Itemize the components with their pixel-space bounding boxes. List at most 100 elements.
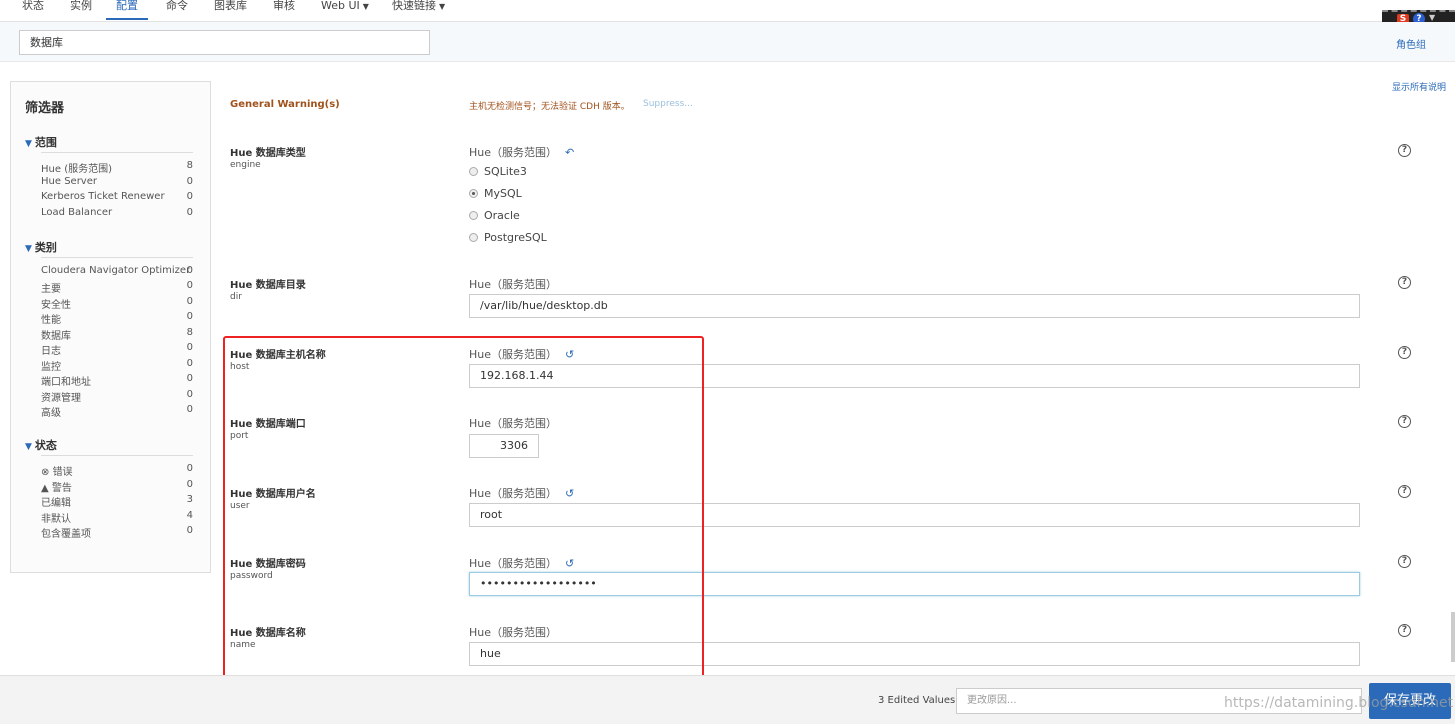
caret-down-icon: ▼	[362, 2, 369, 11]
tab-quick-links[interactable]: 快速链接 ▼	[392, 0, 445, 20]
filter-item-count: 3	[186, 494, 193, 505]
help-icon[interactable]: ?	[1398, 415, 1411, 428]
filter-item[interactable]: Kerberos Ticket Renewer 0	[41, 191, 193, 206]
database-host-input[interactable]: 192.168.1.44	[469, 364, 1360, 388]
property-scope: Hue（服务范围）	[469, 626, 558, 639]
tab-configuration[interactable]: 配置	[106, 0, 148, 20]
filter-item[interactable]: ▲ 警告 0	[41, 479, 193, 494]
change-reason-input[interactable]: 更改原因...	[956, 688, 1362, 714]
edited-values-count: 3 Edited Values	[878, 695, 956, 706]
tab-audits[interactable]: 审核	[273, 0, 295, 20]
filter-item-count: 0	[186, 463, 193, 474]
filter-item-count: 8	[186, 160, 193, 171]
filter-item-count: 8	[186, 327, 193, 338]
filter-item[interactable]: 端口和地址 0	[41, 373, 193, 388]
reset-icon[interactable]: ↺	[565, 348, 574, 361]
chevron-down-icon: ▼	[25, 442, 32, 452]
help-icon[interactable]: ?	[1398, 346, 1411, 359]
tab-status[interactable]: 状态	[22, 0, 44, 20]
filter-item[interactable]: 监控 0	[41, 358, 193, 373]
radio-oracle[interactable]: Oracle	[469, 209, 520, 222]
filter-item[interactable]: 已编辑 3	[41, 494, 193, 509]
general-warning-message: 主机无检测信号；无法验证 CDH 版本。	[469, 102, 630, 112]
filter-item-label: 已编辑	[41, 498, 71, 509]
database-dir-input[interactable]: /var/lib/hue/desktop.db	[469, 294, 1360, 318]
help-icon[interactable]: ?	[1398, 144, 1411, 157]
role-group-link[interactable]: 角色组	[1396, 36, 1426, 51]
help-icon[interactable]: ?	[1398, 485, 1411, 498]
filter-item-label: Load Balancer	[41, 207, 113, 218]
scrollbar[interactable]	[1451, 612, 1455, 662]
filter-item-count: 4	[186, 510, 193, 521]
radio-label: MySQL	[484, 187, 522, 200]
filter-title: 筛选器	[25, 101, 65, 116]
caret-down-icon: ▼	[439, 2, 446, 11]
filter-item-label: 安全性	[41, 300, 71, 311]
divider	[41, 152, 193, 153]
filter-item[interactable]: Load Balancer 0	[41, 207, 193, 222]
property-key: port	[230, 431, 249, 441]
chevron-down-icon[interactable]: ▼	[1429, 13, 1435, 22]
tab-web-ui[interactable]: Web UI ▼	[321, 0, 369, 20]
filter-item[interactable]: ⊗ 错误 0	[41, 463, 193, 478]
property-key: host	[230, 362, 250, 372]
filter-item[interactable]: 非默认 4	[41, 510, 193, 525]
property-title: Hue 数据库类型	[230, 148, 306, 159]
radio-sqlite3[interactable]: SQLite3	[469, 165, 527, 178]
database-port-input[interactable]: 3306	[469, 434, 539, 458]
tab-instances[interactable]: 实例	[70, 0, 92, 20]
filter-item[interactable]: 日志 0	[41, 342, 193, 357]
undo-icon[interactable]: ↶	[565, 146, 574, 159]
filter-item-count: 0	[186, 373, 193, 384]
suppress-link[interactable]: Suppress...	[643, 99, 693, 109]
property-scope: Hue（服务范围）	[469, 278, 558, 291]
filter-item[interactable]: Hue Server 0	[41, 176, 193, 191]
radio-postgresql[interactable]: PostgreSQL	[469, 231, 547, 244]
tab-quick-links-label: 快速链接	[392, 0, 436, 12]
filter-section-status[interactable]: ▼ 状态	[25, 437, 57, 453]
help-icon[interactable]: ?	[1398, 624, 1411, 637]
filter-item[interactable]: 包含覆盖项 0	[41, 525, 193, 540]
filter-item[interactable]: Cloudera Navigator Optimizer 0	[41, 265, 193, 280]
filter-item[interactable]: Hue (服务范围) 8	[41, 160, 193, 175]
radio-icon	[469, 167, 478, 176]
filter-item-count: 0	[186, 176, 193, 187]
save-changes-button[interactable]: 保存更改	[1369, 683, 1451, 719]
reset-icon[interactable]: ↺	[565, 557, 574, 570]
tab-commands[interactable]: 命令	[166, 0, 188, 20]
radio-icon	[469, 211, 478, 220]
database-user-input[interactable]: root	[469, 503, 1360, 527]
filter-item[interactable]: 数据库 8	[41, 327, 193, 342]
help-icon[interactable]: ?	[1398, 276, 1411, 289]
filter-section-category[interactable]: ▼ 类别	[25, 239, 57, 255]
filter-item-label: 数据库	[41, 331, 71, 342]
radio-selected-icon	[469, 189, 478, 198]
divider	[41, 257, 193, 258]
property-title: Hue 数据库主机名称	[230, 350, 326, 361]
show-all-descriptions-link[interactable]: 显示所有说明	[1392, 80, 1446, 93]
property-scope: Hue（服务范围）	[469, 417, 558, 430]
filter-item-count: 0	[186, 525, 193, 536]
help-icon[interactable]: ?	[1398, 555, 1411, 568]
filter-item[interactable]: 安全性 0	[41, 296, 193, 311]
chevron-down-icon: ▼	[25, 139, 32, 149]
filter-item[interactable]: 资源管理 0	[41, 389, 193, 404]
filter-section-label: 类别	[34, 241, 57, 254]
database-name-input[interactable]: hue	[469, 642, 1360, 666]
property-key: name	[230, 640, 256, 650]
radio-label: PostgreSQL	[484, 231, 547, 244]
tab-web-ui-label: Web UI	[321, 0, 360, 12]
filter-item[interactable]: 高级 0	[41, 404, 193, 419]
reset-icon[interactable]: ↺	[565, 487, 574, 500]
property-title: Hue 数据库端口	[230, 419, 306, 430]
filter-section-scope[interactable]: ▼ 范围	[25, 134, 57, 150]
database-password-input[interactable]: ••••••••••••••••••	[469, 572, 1360, 596]
filter-item[interactable]: 主要 0	[41, 280, 193, 295]
tab-charts[interactable]: 图表库	[214, 0, 247, 20]
radio-label: SQLite3	[484, 165, 527, 178]
search-input[interactable]: 数据库	[19, 30, 430, 55]
filter-item-count: 0	[186, 479, 193, 490]
radio-mysql[interactable]: MySQL	[469, 187, 522, 200]
property-title: Hue 数据库名称	[230, 628, 306, 639]
filter-item[interactable]: 性能 0	[41, 311, 193, 326]
